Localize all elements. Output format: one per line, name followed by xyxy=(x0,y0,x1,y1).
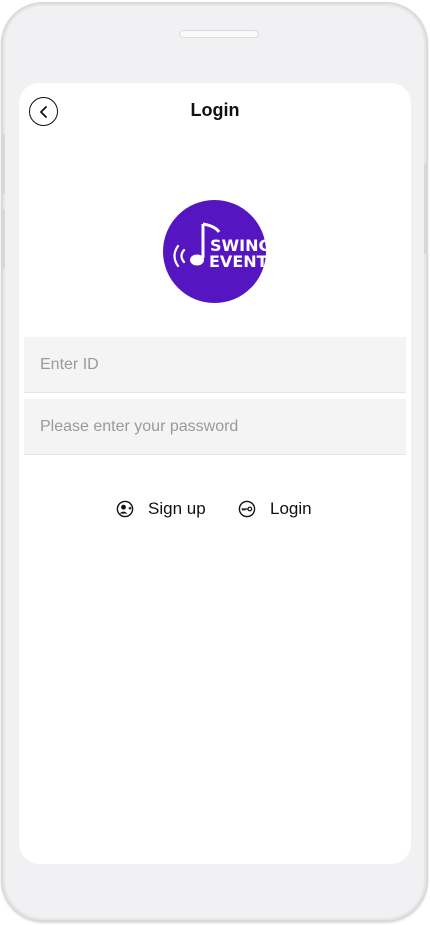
id-input[interactable] xyxy=(24,337,406,393)
sign-up-label: Sign up xyxy=(148,499,206,518)
password-input[interactable] xyxy=(24,399,406,455)
page-title: Login xyxy=(190,100,240,120)
logo-text-line2: EVENT xyxy=(209,252,268,271)
login-label: Login xyxy=(270,499,312,518)
auth-actions: Sign up Login xyxy=(19,499,411,525)
speaker-grille xyxy=(179,30,259,38)
user-add-icon xyxy=(116,500,134,518)
power-button xyxy=(424,164,427,254)
key-icon xyxy=(238,500,256,518)
top-bar: Login xyxy=(19,83,411,139)
sign-up-button[interactable]: Sign up xyxy=(116,499,206,519)
login-button[interactable]: Login xyxy=(238,499,312,519)
volume-up-button xyxy=(2,134,5,194)
app-screen: Login SWING EVENT Sign up xyxy=(19,83,411,864)
swing-event-logo: SWING EVENT xyxy=(163,200,272,303)
volume-down-button xyxy=(2,209,5,269)
